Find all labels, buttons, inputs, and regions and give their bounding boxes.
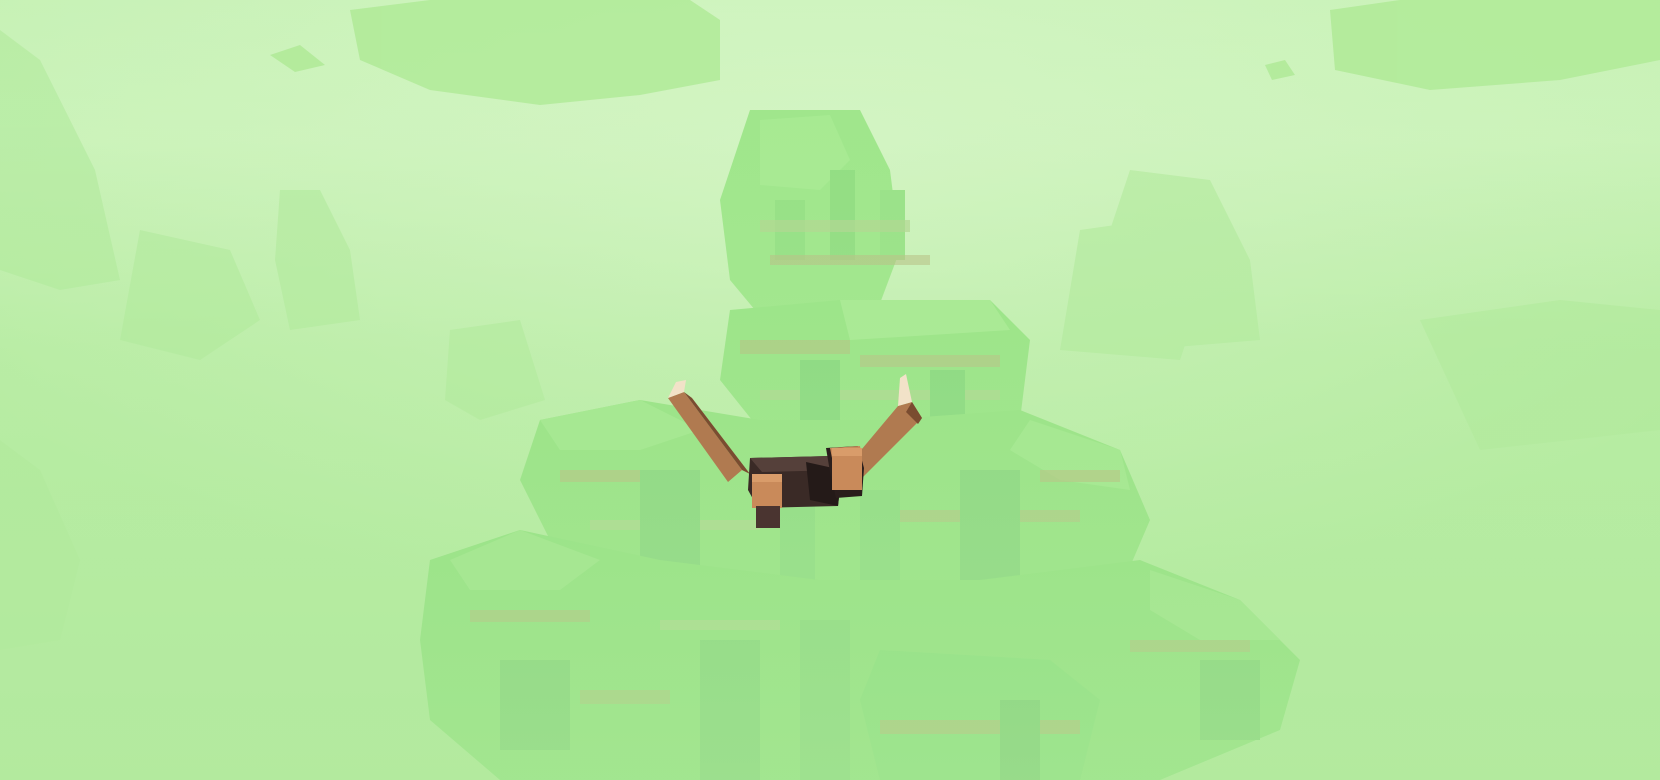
fog-bottom [0,0,1660,780]
game-viewport[interactable] [0,0,1660,780]
game-scene [0,0,1660,780]
